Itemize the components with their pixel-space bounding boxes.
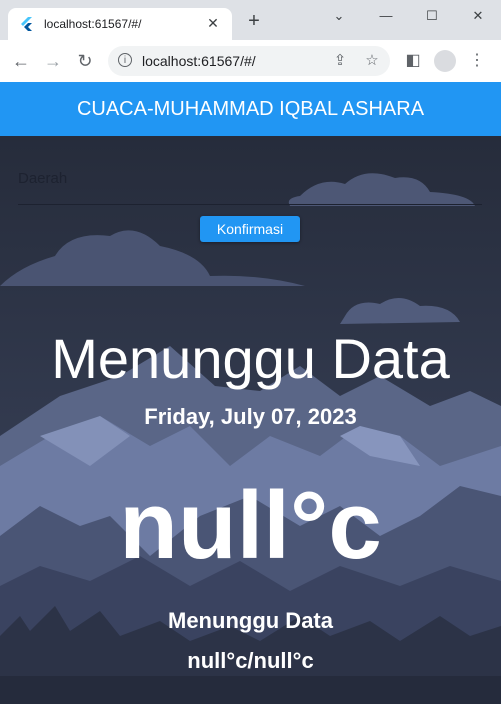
confirm-button[interactable]: Konfirmasi	[200, 216, 300, 242]
weather-description: Menunggu Data	[168, 608, 333, 633]
profile-avatar-icon[interactable]	[434, 50, 456, 72]
back-arrow-icon[interactable]: ←	[10, 50, 32, 72]
flutter-favicon-icon	[21, 17, 32, 31]
daerah-input-underline	[18, 204, 482, 205]
reload-icon[interactable]: ↻	[74, 50, 96, 72]
tab-close-icon[interactable]: ✕	[204, 14, 222, 32]
site-info-icon[interactable]: i	[118, 53, 132, 67]
tab-title: localhost:61567/#/	[44, 17, 142, 31]
app-title: CUACA-MUHAMMAD IQBAL ASHARA	[76, 97, 425, 120]
maximize-window-icon[interactable]: ☐	[421, 6, 443, 26]
current-date: Friday, July 07, 2023	[144, 404, 357, 429]
forward-arrow-icon[interactable]: →	[42, 50, 64, 72]
temperature-range: null°c/null°c	[187, 648, 314, 673]
tab-search-chevron-icon[interactable]: ⌄	[328, 6, 350, 26]
browser-tabstrip: localhost:61567/#/ ✕ + ⌄ — ☐ ✕	[0, 0, 501, 40]
daerah-input[interactable]: Daerah	[18, 136, 482, 206]
weather-status-heading: Menunggu Data	[51, 327, 450, 390]
side-panel-icon[interactable]: ◧	[402, 50, 424, 72]
current-temperature: null°c	[119, 472, 382, 579]
weather-page: Daerah Konfirmasi Menunggu Data Friday, …	[0, 136, 501, 704]
bookmark-star-icon[interactable]: ☆	[362, 51, 382, 71]
minimize-window-icon[interactable]: —	[375, 6, 397, 26]
browser-tab[interactable]: localhost:61567/#/ ✕	[8, 8, 232, 40]
new-tab-button[interactable]: +	[243, 10, 265, 32]
address-url[interactable]: localhost:61567/#/	[142, 53, 256, 69]
share-icon[interactable]: ⇪	[330, 51, 350, 71]
address-bar[interactable]: i localhost:61567/#/ ⇪ ☆	[108, 46, 390, 76]
browser-toolbar: ← → ↻ i localhost:61567/#/ ⇪ ☆ ◧ ⋮	[0, 40, 501, 83]
daerah-input-label: Daerah	[18, 170, 68, 187]
app-bar: CUACA-MUHAMMAD IQBAL ASHARA	[0, 82, 501, 136]
close-window-icon[interactable]: ✕	[467, 6, 489, 26]
browser-menu-icon[interactable]: ⋮	[466, 50, 488, 72]
